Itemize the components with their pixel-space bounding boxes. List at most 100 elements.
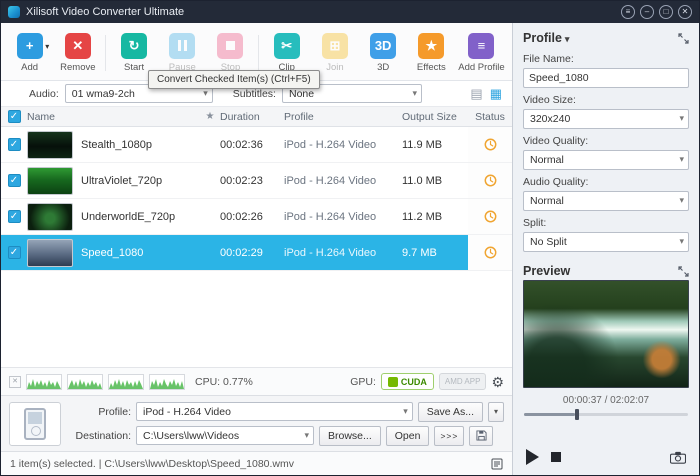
seek-slider[interactable] <box>524 409 688 420</box>
thumbnail-view-icon[interactable]: ▦ <box>490 87 502 100</box>
browse-button[interactable]: Browse... <box>319 425 381 446</box>
open-button[interactable]: Open <box>385 425 430 446</box>
seek-handle[interactable] <box>574 409 579 420</box>
floppy-icon <box>476 430 487 441</box>
waiting-clock-icon <box>484 210 496 223</box>
video-thumbnail <box>27 238 73 267</box>
gpu-settings-gear-icon[interactable]: ⚙ <box>491 375 504 389</box>
video-name: UnderworldE_720p <box>81 210 176 223</box>
clip-button[interactable]: ✂ Clip <box>266 32 307 73</box>
stop-playback-button[interactable] <box>551 452 561 462</box>
camera-icon <box>670 451 686 464</box>
device-preview-box <box>9 401 61 446</box>
file-name-input[interactable] <box>523 68 689 88</box>
add-dropdown-icon[interactable]: ▾ <box>45 42 49 51</box>
effects-button[interactable]: ★ Effects <box>411 32 452 73</box>
play-button[interactable] <box>526 449 539 465</box>
profile-select[interactable]: iPod - H.264 Video <box>136 402 413 421</box>
app-window: Xilisoft Video Converter Ultimate Conver… <box>0 0 700 476</box>
remove-button[interactable]: ✕ Remove <box>57 32 98 73</box>
waiting-clock-icon <box>484 246 496 259</box>
status-cell <box>468 163 512 198</box>
preview-section-header: Preview <box>523 264 689 278</box>
output-size-cell: 11.2 MB <box>402 210 443 223</box>
header-name[interactable]: Name <box>27 111 200 123</box>
duration-cell: 00:02:26 <box>220 210 263 223</box>
header-duration[interactable]: Duration <box>220 111 284 123</box>
table-row-selected[interactable]: Speed_1080 00:02:29 iPod - H.264 Video 9… <box>1 235 512 271</box>
video-quality-select[interactable]: Normal <box>523 150 689 170</box>
video-name: UltraViolet_720p <box>81 174 163 187</box>
duration-cell: 00:02:23 <box>220 174 263 187</box>
add-profile-button[interactable]: ≡ Add Profile <box>458 32 505 73</box>
header-favorite[interactable]: ★ <box>200 111 220 122</box>
stop-button[interactable]: Stop <box>210 32 251 73</box>
duration-cell: 00:02:36 <box>220 138 263 151</box>
profile-section-header: Profile <box>523 31 689 45</box>
audio-label: Audio: <box>29 87 59 100</box>
menu-button[interactable] <box>621 5 635 19</box>
waiting-clock-icon <box>484 174 496 187</box>
log-icon[interactable] <box>491 458 503 470</box>
expand-profile-icon[interactable] <box>678 32 689 44</box>
file-list-empty-area <box>1 271 512 367</box>
toolbar-divider <box>258 34 260 71</box>
stop-icon <box>217 32 244 59</box>
snapshot-button[interactable] <box>670 451 686 464</box>
profile-dropdown-icon[interactable] <box>562 31 570 45</box>
row-checkbox[interactable] <box>7 174 21 187</box>
add-profile-icon: ≡ <box>468 32 495 59</box>
cpu-usage-text: CPU: 0.77% <box>195 375 253 388</box>
preview-image[interactable] <box>523 280 689 388</box>
video-name: Stealth_1080p <box>81 138 152 151</box>
cpu-waveform <box>149 373 185 390</box>
destination-select[interactable]: C:\Users\lww\Videos <box>136 426 314 445</box>
row-checkbox[interactable] <box>7 210 21 223</box>
select-all-checkbox[interactable] <box>7 110 21 123</box>
table-row[interactable]: Stealth_1080p 00:02:36 iPod - H.264 Vide… <box>1 127 512 163</box>
audio-quality-label: Audio Quality: <box>523 176 589 188</box>
row-checkbox[interactable] <box>7 246 21 259</box>
more-options-button[interactable]: >>> <box>434 425 465 446</box>
monitor-close-icon[interactable] <box>9 375 21 388</box>
resource-monitor: CPU: 0.77% GPU: CUDA AMD APP ⚙ <box>1 367 512 395</box>
pause-button[interactable]: Pause <box>162 32 203 73</box>
join-button[interactable]: ⊞ Join <box>314 32 355 73</box>
minimize-button[interactable] <box>640 5 654 19</box>
table-row[interactable]: UltraViolet_720p 00:02:23 iPod - H.264 V… <box>1 163 512 199</box>
header-output-size[interactable]: Output Size <box>402 111 468 123</box>
status-bar: 1 item(s) selected. | C:\Users\lww\Deskt… <box>1 451 512 475</box>
save-destination-button[interactable] <box>469 425 494 446</box>
cuda-badge[interactable]: CUDA <box>380 373 434 390</box>
close-button[interactable] <box>678 5 692 19</box>
header-profile[interactable]: Profile <box>284 111 402 123</box>
audio-quality-select[interactable]: Normal <box>523 191 689 211</box>
video-size-select[interactable]: 320x240 <box>523 109 689 129</box>
header-status[interactable]: Status <box>468 111 512 123</box>
video-name: Speed_1080 <box>81 246 144 259</box>
save-as-dropdown-icon[interactable]: ▾ <box>488 401 504 422</box>
save-as-button[interactable]: Save As... <box>417 401 483 422</box>
3d-button[interactable]: 3D 3D <box>363 32 404 73</box>
gpu-group: GPU: CUDA AMD APP ⚙ <box>350 373 504 390</box>
remove-icon: ✕ <box>64 32 91 59</box>
amd-app-badge[interactable]: AMD APP <box>438 373 487 390</box>
split-label: Split: <box>523 217 547 229</box>
playback-controls <box>523 449 689 467</box>
status-text: 1 item(s) selected. | C:\Users\lww\Deskt… <box>10 457 295 470</box>
preview-time: 00:00:37 / 02:02:07 <box>562 395 650 406</box>
maximize-button[interactable] <box>659 5 673 19</box>
status-cell <box>468 199 512 234</box>
toolbar-divider <box>105 34 107 71</box>
row-checkbox[interactable] <box>7 138 21 151</box>
list-view-icon[interactable]: ▤ <box>470 87 482 100</box>
start-button[interactable]: ↻ Start <box>113 32 154 73</box>
profile-section-title[interactable]: Profile <box>523 31 562 45</box>
duration-cell: 00:02:29 <box>220 246 263 259</box>
video-thumbnail <box>27 130 73 159</box>
table-row[interactable]: UnderworldE_720p 00:02:26 iPod - H.264 V… <box>1 199 512 235</box>
expand-preview-icon[interactable] <box>678 265 689 277</box>
profile-cell: iPod - H.264 Video <box>284 174 377 187</box>
split-select[interactable]: No Split <box>523 232 689 252</box>
add-button[interactable]: + ▾ Add <box>9 32 50 73</box>
